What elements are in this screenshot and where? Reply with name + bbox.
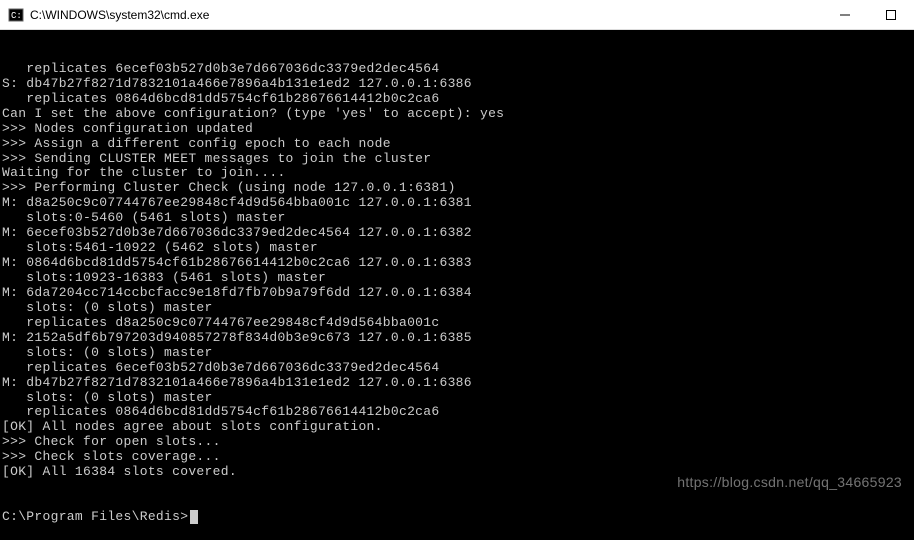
terminal-line: >>> Assign a different config epoch to e…: [2, 137, 914, 152]
terminal-line: Waiting for the cluster to join....: [2, 166, 914, 181]
terminal-line: S: db47b27f8271d7832101a466e7896a4b131e1…: [2, 77, 914, 92]
terminal-line: >>> Nodes configuration updated: [2, 122, 914, 137]
terminal-line: slots:0-5460 (5461 slots) master: [2, 211, 914, 226]
terminal-lines: replicates 6ecef03b527d0b3e7d667036dc337…: [2, 62, 914, 480]
terminal-line: replicates 6ecef03b527d0b3e7d667036dc337…: [2, 62, 914, 77]
terminal-line: M: d8a250c9c07744767ee29848cf4d9d564bba0…: [2, 196, 914, 211]
title-left: C: C:\WINDOWS\system32\cmd.exe: [8, 7, 209, 23]
cmd-icon: C:: [8, 7, 24, 23]
terminal-line: Can I set the above configuration? (type…: [2, 107, 914, 122]
window-title: C:\WINDOWS\system32\cmd.exe: [30, 8, 209, 22]
terminal-line: M: 6da7204cc714ccbcfacc9e18fd7fb70b9a79f…: [2, 286, 914, 301]
terminal-line: M: 6ecef03b527d0b3e7d667036dc3379ed2dec4…: [2, 226, 914, 241]
terminal-line: M: 0864d6bcd81dd5754cf61b28676614412b0c2…: [2, 256, 914, 271]
terminal-line: slots: (0 slots) master: [2, 346, 914, 361]
terminal-line: >>> Check slots coverage...: [2, 450, 914, 465]
terminal-line: >>> Performing Cluster Check (using node…: [2, 181, 914, 196]
window-title-bar: C: C:\WINDOWS\system32\cmd.exe: [0, 0, 914, 30]
maximize-button[interactable]: [868, 0, 914, 30]
svg-text:C:: C:: [11, 11, 22, 21]
terminal-line: slots:10923-16383 (5461 slots) master: [2, 271, 914, 286]
terminal-line: replicates 6ecef03b527d0b3e7d667036dc337…: [2, 361, 914, 376]
window-controls: [822, 0, 914, 30]
terminal-line: replicates 0864d6bcd81dd5754cf61b2867661…: [2, 405, 914, 420]
terminal-line: slots: (0 slots) master: [2, 391, 914, 406]
prompt-line: C:\Program Files\Redis>: [2, 510, 914, 525]
terminal-line: slots:5461-10922 (5462 slots) master: [2, 241, 914, 256]
minimize-button[interactable]: [822, 0, 868, 30]
terminal-line: M: db47b27f8271d7832101a466e7896a4b131e1…: [2, 376, 914, 391]
terminal-line: [OK] All nodes agree about slots configu…: [2, 420, 914, 435]
terminal-line: M: 2152a5df6b797203d940857278f834d0b3e9c…: [2, 331, 914, 346]
terminal-line: slots: (0 slots) master: [2, 301, 914, 316]
terminal-line: replicates 0864d6bcd81dd5754cf61b2867661…: [2, 92, 914, 107]
prompt-text: C:\Program Files\Redis>: [2, 509, 188, 524]
terminal-line: >>> Sending CLUSTER MEET messages to joi…: [2, 152, 914, 167]
cursor: [190, 510, 198, 524]
terminal-output[interactable]: replicates 6ecef03b527d0b3e7d667036dc337…: [0, 30, 914, 540]
watermark: https://blog.csdn.net/qq_34665923: [677, 474, 902, 490]
terminal-line: replicates d8a250c9c07744767ee29848cf4d9…: [2, 316, 914, 331]
terminal-line: >>> Check for open slots...: [2, 435, 914, 450]
